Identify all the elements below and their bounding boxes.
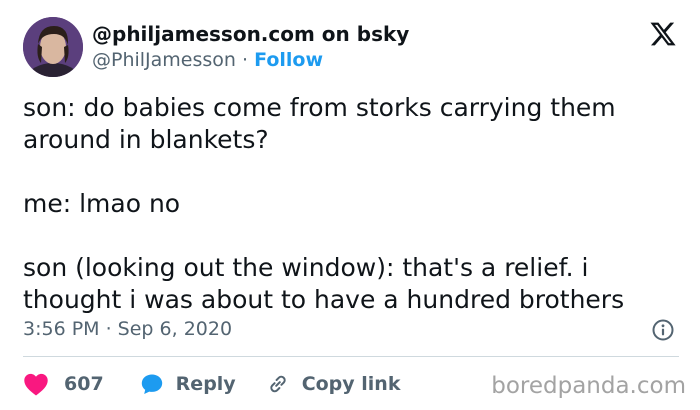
reply-label: Reply [175,373,236,395]
info-icon[interactable] [651,318,675,342]
author-info: @philjamesson.com on bsky @PhilJamesson … [92,21,409,73]
divider [23,356,679,357]
tweet-line: son (looking out the window): that's a r… [23,253,589,282]
link-icon [270,375,286,393]
action-bar: 607 Reply Copy link [23,370,400,398]
copy-link-label: Copy link [301,373,401,395]
copy-link-button[interactable]: Copy link [266,372,401,396]
separator: · [242,49,249,71]
author-display-name[interactable]: @philjamesson.com on bsky [92,21,409,47]
like-count: 607 [64,373,104,395]
tweet-line: me: lmao no [23,189,181,218]
tweet-text: son: do babies come from storks carrying… [23,92,683,316]
follow-button[interactable]: Follow [254,49,323,71]
author-handle[interactable]: @PhilJamesson [92,49,236,71]
tweet-line: thought i was about to have a hundred br… [23,285,625,314]
x-logo-icon[interactable] [649,20,677,48]
tweet-timestamp[interactable]: 3:56 PM · Sep 6, 2020 [23,318,232,340]
avatar[interactable] [23,17,83,77]
handle-row: @PhilJamesson · Follow [92,47,409,73]
speech-bubble-icon [141,374,162,394]
reply-button[interactable]: Reply [140,372,236,396]
tweet-line: around in blankets? [23,125,269,154]
like-button[interactable]: 607 [23,372,104,396]
watermark: boredpanda.com [491,373,686,399]
tweet-line: son: do babies come from storks carrying… [23,93,616,122]
heart-icon [24,373,48,396]
